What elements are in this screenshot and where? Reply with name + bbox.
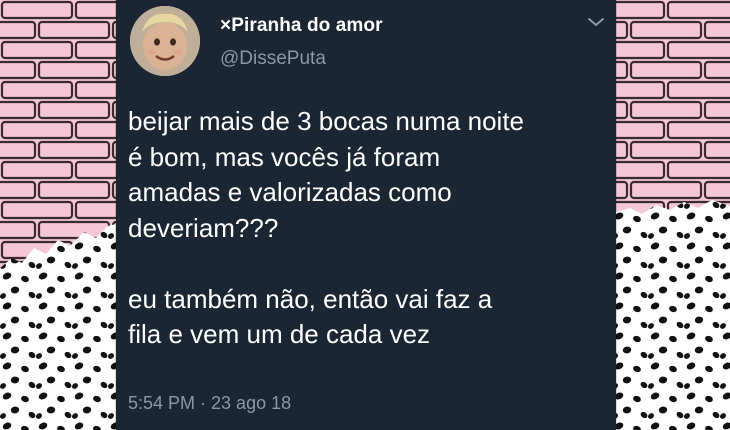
tweet-text-line: beijar mais de 3 bocas numa noite (128, 106, 525, 136)
tweet-text-line: fila e vem um de cada vez (128, 319, 431, 349)
display-name[interactable]: ×Piranha do amor (220, 15, 383, 37)
tweet-text: beijar mais de 3 bocas numa noite é bom,… (128, 104, 598, 353)
tweet-text-line: amadas e valorizadas como (128, 177, 452, 207)
tweet-card: ×Piranha do amor @DissePuta beijar mais … (116, 0, 616, 430)
doll-avatar-icon[interactable] (130, 6, 200, 76)
user-handle[interactable]: @DissePuta (220, 48, 326, 70)
tweet-text-line: é bom, mas vocês já foram (128, 141, 441, 172)
chevron-down-icon[interactable] (586, 14, 606, 30)
tweet-timestamp[interactable]: 5:54 PM · 23 ago 18 (128, 393, 291, 414)
tweet-text-line: eu também não, então vai faz a (128, 283, 493, 314)
tweet-text-line: deveriam??? (128, 212, 279, 243)
